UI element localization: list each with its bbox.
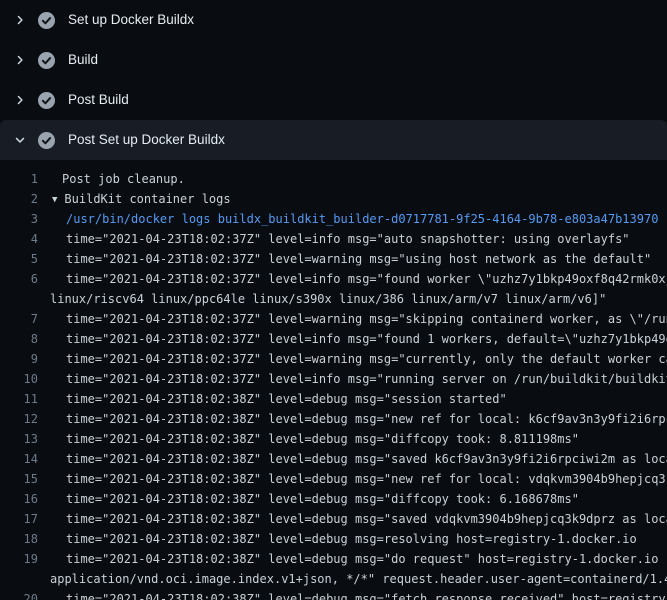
log-line: 14 time="2021-04-23T18:02:38Z" level=debu…: [0, 449, 667, 469]
log-text: time="2021-04-23T18:02:38Z" level=debug …: [66, 529, 637, 549]
group-collapse-caret-icon[interactable]: ▼: [52, 190, 57, 209]
log-line-number[interactable]: 2: [0, 189, 38, 209]
log-line: 4 time="2021-04-23T18:02:37Z" level=info …: [0, 229, 667, 249]
log-line-number[interactable]: 7: [0, 309, 38, 329]
log-group-header[interactable]: ▼ BuildKit container logs: [52, 189, 231, 209]
log-line: 1 Post job cleanup.: [0, 169, 667, 189]
log-text: time="2021-04-23T18:02:37Z" level=warnin…: [66, 309, 667, 329]
log-group-title: BuildKit container logs: [64, 192, 230, 206]
log-line: 13 time="2021-04-23T18:02:38Z" level=debu…: [0, 429, 667, 449]
log-line: 6 time="2021-04-23T18:02:37Z" level=info …: [0, 269, 667, 289]
log-text: time="2021-04-23T18:02:38Z" level=debug …: [66, 469, 667, 489]
chevron-right-icon[interactable]: [12, 12, 28, 28]
log-line-number[interactable]: 8: [0, 329, 38, 349]
log-text: time="2021-04-23T18:02:38Z" level=debug …: [66, 589, 667, 600]
log-line: 20 time="2021-04-23T18:02:38Z" level=debu…: [0, 589, 667, 600]
log-command-text: /usr/bin/docker logs buildx_buildkit_bui…: [66, 209, 658, 229]
log-text: linux/riscv64 linux/ppc64le linux/s390x …: [50, 289, 606, 309]
steps-list: Set up Docker Buildx Build Post Build Post …: [0, 0, 667, 160]
log-text: time="2021-04-23T18:02:37Z" level=info m…: [66, 229, 630, 249]
log-text: time="2021-04-23T18:02:37Z" level=warnin…: [66, 349, 667, 369]
log-text: time="2021-04-23T18:02:37Z" level=info m…: [66, 329, 667, 349]
log-text: time="2021-04-23T18:02:38Z" level=debug …: [66, 509, 667, 529]
step-label: Post Set up Docker Buildx: [68, 133, 225, 147]
log-line: 11 time="2021-04-23T18:02:38Z" level=debu…: [0, 389, 667, 409]
log-line: 2 ▼ BuildKit container logs: [0, 189, 667, 209]
log-line: 10 time="2021-04-23T18:02:37Z" level=info…: [0, 369, 667, 389]
log-line: 17 time="2021-04-23T18:02:38Z" level=debu…: [0, 509, 667, 529]
step-label: Set up Docker Buildx: [68, 13, 194, 27]
log-line: 16 time="2021-04-23T18:02:38Z" level=debu…: [0, 489, 667, 509]
step-status-icon: [38, 12, 55, 29]
log-line: linux/riscv64 linux/ppc64le linux/s390x …: [0, 289, 667, 309]
log-text: time="2021-04-23T18:02:38Z" level=debug …: [66, 389, 507, 409]
log-line: application/vnd.oci.image.index.v1+json,…: [0, 569, 667, 589]
step-row-post-set-up-docker-buildx[interactable]: Post Set up Docker Buildx: [0, 120, 667, 160]
log-text: application/vnd.oci.image.index.v1+json,…: [50, 569, 667, 589]
log-line: 12 time="2021-04-23T18:02:38Z" level=debu…: [0, 409, 667, 429]
log-text: time="2021-04-23T18:02:38Z" level=debug …: [66, 449, 667, 469]
chevron-right-icon[interactable]: [12, 52, 28, 68]
log-area: 1 Post job cleanup. 2 ▼ BuildKit container l…: [0, 160, 667, 600]
log-text: time="2021-04-23T18:02:38Z" level=debug …: [66, 489, 579, 509]
log-line-number[interactable]: 11: [0, 389, 38, 409]
log-text: time="2021-04-23T18:02:38Z" level=debug …: [66, 429, 579, 449]
check-circle-icon: [38, 92, 55, 109]
log-line-number[interactable]: 16: [0, 489, 38, 509]
step-label: Post Build: [68, 93, 129, 107]
log-line: 18 time="2021-04-23T18:02:38Z" level=debu…: [0, 529, 667, 549]
log-line-number: [0, 569, 38, 589]
log-line: 3/usr/bin/docker logs buildx_buildkit_bu…: [0, 209, 667, 229]
log-line-number[interactable]: 4: [0, 229, 38, 249]
log-line-number[interactable]: 1: [0, 169, 38, 189]
log-line-number[interactable]: 20: [0, 589, 38, 600]
step-label: Build: [68, 53, 98, 67]
log-line: 7 time="2021-04-23T18:02:37Z" level=warni…: [0, 309, 667, 329]
log-line: 8 time="2021-04-23T18:02:37Z" level=info …: [0, 329, 667, 349]
chevron-down-icon: [13, 133, 27, 147]
log-line-number[interactable]: 19: [0, 549, 38, 569]
log-text: time="2021-04-23T18:02:38Z" level=debug …: [66, 549, 667, 569]
step-row-set-up-docker-buildx[interactable]: Set up Docker Buildx: [0, 0, 667, 40]
log-text: time="2021-04-23T18:02:38Z" level=debug …: [66, 409, 667, 429]
log-line-number[interactable]: 18: [0, 529, 38, 549]
actions-log-viewer: Set up Docker Buildx Build Post Build Post …: [0, 0, 667, 600]
chevron-right-icon: [13, 13, 27, 27]
log-line-number[interactable]: 10: [0, 369, 38, 389]
chevron-down-icon[interactable]: [12, 132, 28, 148]
check-circle-icon: [38, 52, 55, 69]
log-line: 5 time="2021-04-23T18:02:37Z" level=warni…: [0, 249, 667, 269]
log-line-number[interactable]: 12: [0, 409, 38, 429]
step-status-icon: [38, 132, 55, 149]
log-text: time="2021-04-23T18:02:37Z" level=info m…: [66, 369, 667, 389]
log-text: time="2021-04-23T18:02:37Z" level=info m…: [66, 269, 667, 289]
chevron-right-icon[interactable]: [12, 92, 28, 108]
log-line: 15 time="2021-04-23T18:02:38Z" level=debu…: [0, 469, 667, 489]
log-line: 19 time="2021-04-23T18:02:38Z" level=debu…: [0, 549, 667, 569]
log-text: Post job cleanup.: [62, 169, 185, 189]
log-line-number[interactable]: 17: [0, 509, 38, 529]
log-line-number[interactable]: 9: [0, 349, 38, 369]
step-status-icon: [38, 52, 55, 69]
chevron-right-icon: [13, 53, 27, 67]
chevron-right-icon: [13, 93, 27, 107]
log-line-number: [0, 289, 38, 309]
step-row-post-build[interactable]: Post Build: [0, 80, 667, 120]
log-line-number[interactable]: 5: [0, 249, 38, 269]
log-line-number[interactable]: 6: [0, 269, 38, 289]
log-line-number[interactable]: 15: [0, 469, 38, 489]
log-line: 9 time="2021-04-23T18:02:37Z" level=warni…: [0, 349, 667, 369]
check-circle-icon: [38, 132, 55, 149]
log-line-number[interactable]: 14: [0, 449, 38, 469]
step-row-build[interactable]: Build: [0, 40, 667, 80]
log-line-number[interactable]: 13: [0, 429, 38, 449]
check-circle-icon: [38, 12, 55, 29]
log-line-number[interactable]: 3: [0, 209, 38, 229]
log-text: time="2021-04-23T18:02:37Z" level=warnin…: [66, 249, 651, 269]
step-status-icon: [38, 92, 55, 109]
